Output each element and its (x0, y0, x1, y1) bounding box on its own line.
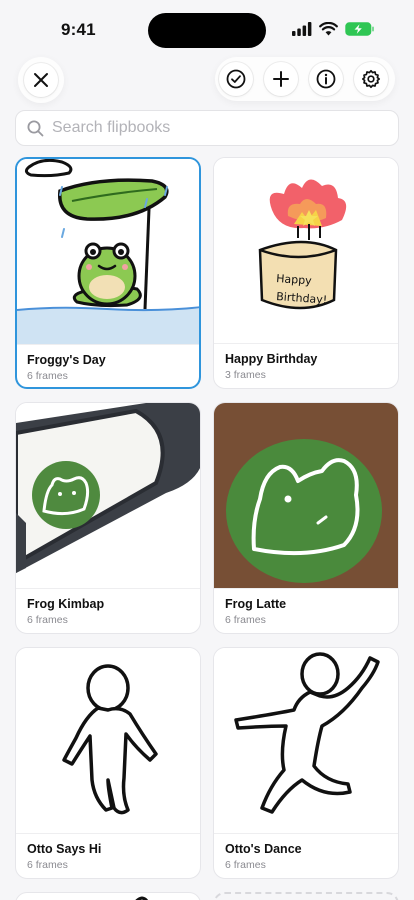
add-flipbook-button[interactable] (264, 62, 298, 96)
flipbook-info: Otto Says Hi 6 frames (16, 833, 200, 878)
flipbook-info: Frog Kimbap 6 frames (16, 588, 200, 633)
search-bar[interactable] (15, 110, 399, 146)
flipbook-title: Otto Says Hi (27, 842, 102, 856)
toolbar-actions (215, 57, 395, 101)
flipbook-thumbnail (16, 403, 200, 588)
flipbook-thumbnail (214, 648, 398, 833)
flipbook-info: Froggy's Day 6 frames (17, 344, 199, 387)
battery-charging-icon (345, 22, 374, 36)
status-bar: 9:41 (0, 0, 414, 60)
flipbook-thumbnail-partial (135, 896, 148, 900)
settings-button[interactable] (354, 62, 388, 96)
status-icons (292, 22, 378, 38)
status-time: 9:41 (61, 20, 96, 39)
flipbook-card[interactable]: Froggy's Day 6 frames (15, 157, 201, 389)
info-button[interactable] (309, 62, 343, 96)
flipbook-thumbnail (16, 648, 200, 833)
flipbook-thumbnail (214, 403, 398, 588)
new-flipbook-placeholder[interactable] (213, 892, 399, 900)
flipbook-info: Otto's Dance 6 frames (214, 833, 398, 878)
flipbook-title: Happy Birthday (225, 352, 318, 366)
flipbook-card-partial[interactable] (15, 892, 201, 900)
flipbook-card[interactable]: Otto's Dance 6 frames (213, 647, 399, 879)
flipbook-frame-count: 3 frames (225, 369, 266, 381)
flipbook-frame-count: 6 frames (225, 859, 266, 871)
dynamic-island (148, 13, 266, 48)
close-button-container (18, 57, 64, 103)
search-icon (27, 120, 44, 137)
flipbook-card[interactable]: Frog Kimbap 6 frames (15, 402, 201, 634)
flipbook-frame-count: 6 frames (27, 614, 68, 626)
flipbook-title: Froggy's Day (27, 353, 106, 367)
info-icon (316, 69, 336, 89)
flipbook-card[interactable]: Frog Latte 6 frames (213, 402, 399, 634)
select-button[interactable] (219, 62, 253, 96)
close-icon (34, 73, 48, 87)
flipbook-card[interactable]: Happy Birthday! Happy Birthday 3 frames (213, 157, 399, 389)
flipbook-thumbnail (17, 159, 199, 344)
wifi-icon (319, 22, 338, 36)
flipbook-frame-count: 6 frames (27, 859, 68, 871)
flipbook-info: Happy Birthday 3 frames (214, 343, 398, 388)
gear-icon (361, 69, 381, 89)
close-button[interactable] (24, 63, 58, 97)
select-checkmark-icon (226, 69, 246, 89)
flipbook-frame-count: 6 frames (27, 370, 68, 382)
flipbook-card[interactable]: Otto Says Hi 6 frames (15, 647, 201, 879)
flipbook-thumbnail: Happy Birthday! (214, 158, 398, 343)
add-plus-icon (273, 71, 289, 87)
flipbook-info: Frog Latte 6 frames (214, 588, 398, 633)
cellular-signal-icon (292, 22, 312, 36)
flipbook-frame-count: 6 frames (225, 614, 266, 626)
drawing-text-happy: Happy (276, 272, 313, 287)
flipbook-title: Otto's Dance (225, 842, 302, 856)
flipbook-title: Frog Latte (225, 597, 287, 611)
search-input[interactable] (52, 111, 392, 145)
flipbook-title: Frog Kimbap (27, 597, 105, 611)
